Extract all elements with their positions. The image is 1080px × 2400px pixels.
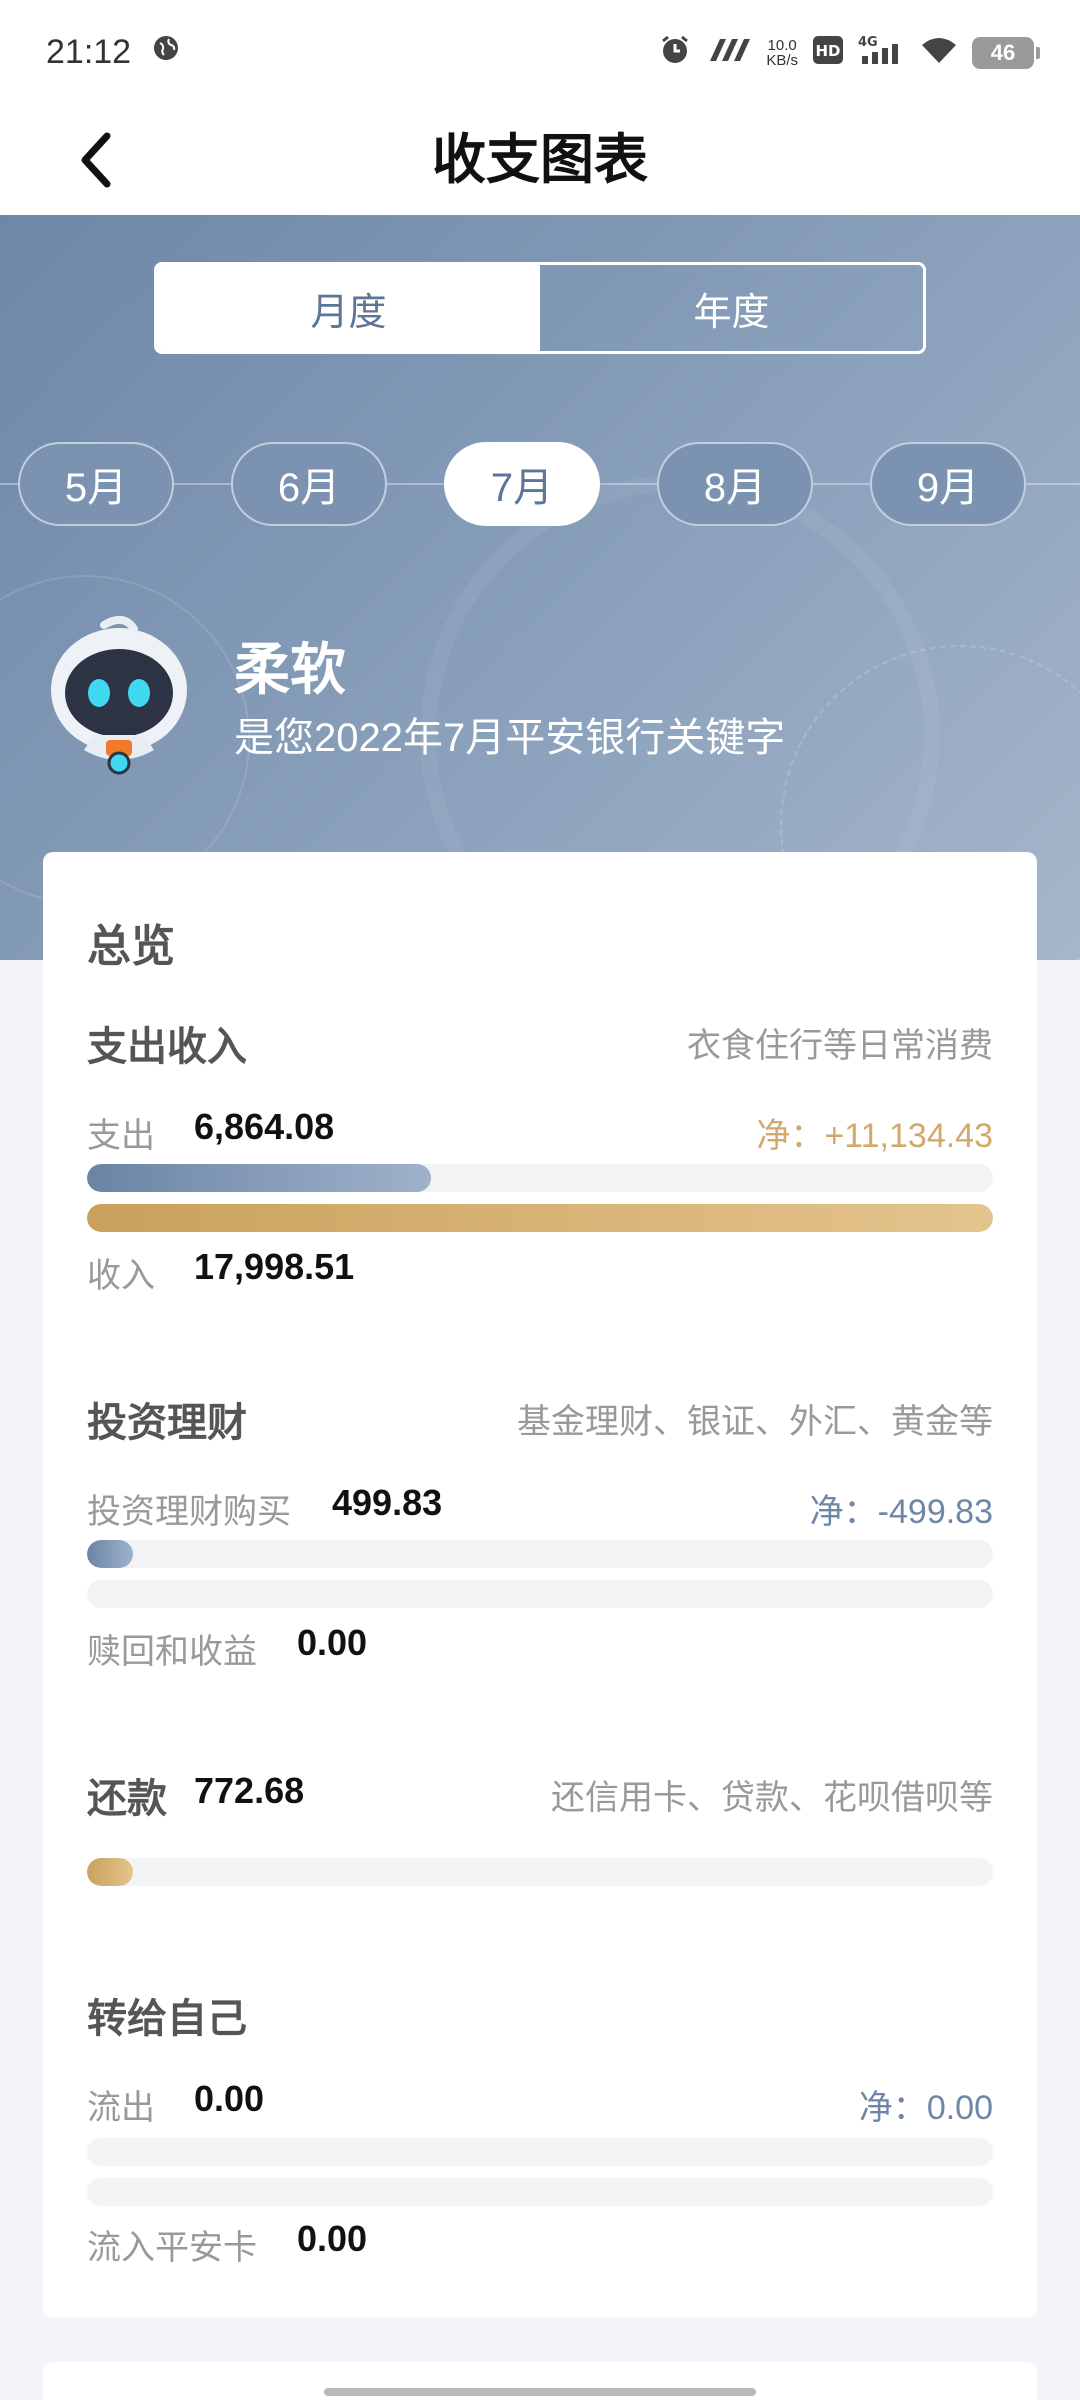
status-bar: 21:12 10.0 KB/s HD 4G 46 bbox=[0, 0, 1080, 105]
spending-income-title: 支出收入 bbox=[87, 1025, 247, 1069]
transfer-in-value: 0.00 bbox=[297, 2218, 368, 2259]
investment-desc: 基金理财、银证、外汇、黄金等 bbox=[517, 1403, 993, 1441]
chevron-left-icon bbox=[81, 132, 111, 188]
repayment-value: 772.68 bbox=[194, 1770, 305, 1811]
overview-title: 总览 bbox=[87, 922, 175, 971]
expense-bar-fill bbox=[87, 1164, 431, 1192]
month-june[interactable]: 6月 bbox=[231, 442, 387, 526]
month-may[interactable]: 5月 bbox=[18, 442, 174, 526]
net-value: -499.83 bbox=[877, 1493, 993, 1531]
keyword-subtitle: 是您2022年7月平安银行关键字 bbox=[234, 716, 786, 760]
tab-monthly[interactable]: 月度 bbox=[157, 265, 540, 351]
back-button[interactable] bbox=[62, 125, 132, 195]
income-label: 收入 bbox=[87, 1257, 155, 1295]
investment-net: 净：-499.83 bbox=[810, 1484, 993, 1533]
globe-icon bbox=[151, 33, 181, 72]
nav-bar: 收支图表 bbox=[0, 105, 1080, 215]
hd-icon: HD bbox=[812, 35, 844, 71]
investment-buy-value: 499.83 bbox=[332, 1482, 443, 1523]
repayment-bar-fill bbox=[87, 1858, 133, 1886]
transfer-in-bar-track bbox=[87, 2178, 993, 2206]
tab-yearly[interactable]: 年度 bbox=[540, 265, 923, 351]
net-income: 净：+11,134.43 bbox=[756, 1108, 993, 1157]
spending-income-desc: 衣食住行等日常消费 bbox=[687, 1027, 993, 1065]
battery-indicator: 46 bbox=[972, 36, 1040, 69]
net-label: 净： bbox=[858, 2089, 927, 2127]
expense-label: 支出 bbox=[87, 1117, 155, 1155]
keyword-word: 柔软 bbox=[234, 638, 346, 701]
overview-card: 总览 支出收入 衣食住行等日常消费 支出 6,864.08 净：+11,134.… bbox=[43, 852, 1037, 2317]
status-time: 21:12 bbox=[46, 33, 132, 71]
investment-buy-bar-track bbox=[87, 1540, 993, 1568]
repayment-bar-track bbox=[87, 1858, 993, 1886]
transfer-out-label: 流出 bbox=[87, 2089, 155, 2127]
wifi-icon bbox=[920, 35, 958, 71]
investment-buy-label: 投资理财购买 bbox=[87, 1493, 291, 1531]
transfer-in-label: 流入平安卡 bbox=[87, 2229, 257, 2267]
investment-redeem-label: 赎回和收益 bbox=[87, 1633, 257, 1671]
repayment-desc: 还信用卡、贷款、花呗借呗等 bbox=[551, 1779, 993, 1817]
page-title: 收支图表 bbox=[432, 130, 648, 190]
self-transfer-title: 转给自己 bbox=[87, 1997, 247, 2041]
transfer-out-bar-track bbox=[87, 2138, 993, 2166]
month-september[interactable]: 9月 bbox=[870, 442, 1026, 526]
net-label: 净： bbox=[809, 1493, 878, 1531]
carrier-signal-icon bbox=[706, 37, 752, 69]
alarm-icon bbox=[658, 33, 692, 73]
robot-mascot-icon bbox=[44, 615, 194, 785]
repayment-title: 还款 bbox=[87, 1777, 167, 1821]
net-speed: 10.0 KB/s bbox=[766, 36, 798, 69]
header-banner: 月度 年度 5月 6月 7月 8月 9月 柔软 是您2022年7月平安银行关键字 bbox=[0, 215, 1080, 960]
income-value: 17,998.51 bbox=[194, 1246, 355, 1287]
investment-redeem-value: 0.00 bbox=[297, 1622, 368, 1663]
month-july[interactable]: 7月 bbox=[444, 442, 600, 526]
net-value: 0.00 bbox=[926, 2089, 993, 2127]
period-segmented-control: 月度 年度 bbox=[154, 262, 926, 354]
expense-value: 6,864.08 bbox=[194, 1106, 335, 1147]
investment-buy-bar-fill bbox=[87, 1540, 133, 1568]
month-august[interactable]: 8月 bbox=[657, 442, 813, 526]
transfer-out-value: 0.00 bbox=[194, 2078, 265, 2119]
expense-bar-track bbox=[87, 1164, 993, 1192]
investment-title: 投资理财 bbox=[87, 1401, 247, 1445]
income-bar-track bbox=[87, 1204, 993, 1232]
income-bar-fill bbox=[87, 1204, 993, 1232]
svg-text:4G: 4G bbox=[858, 35, 878, 50]
svg-text:HD: HD bbox=[815, 42, 840, 60]
net-value: +11,134.43 bbox=[824, 1117, 993, 1155]
cellular-4g-icon: 4G bbox=[858, 34, 906, 72]
transfer-net: 净：0.00 bbox=[859, 2080, 993, 2129]
month-selector: 5月 6月 7月 8月 9月 bbox=[0, 442, 1080, 526]
home-indicator[interactable] bbox=[324, 2388, 756, 2396]
net-label: 净： bbox=[756, 1117, 825, 1155]
investment-redeem-bar-track bbox=[87, 1580, 993, 1608]
